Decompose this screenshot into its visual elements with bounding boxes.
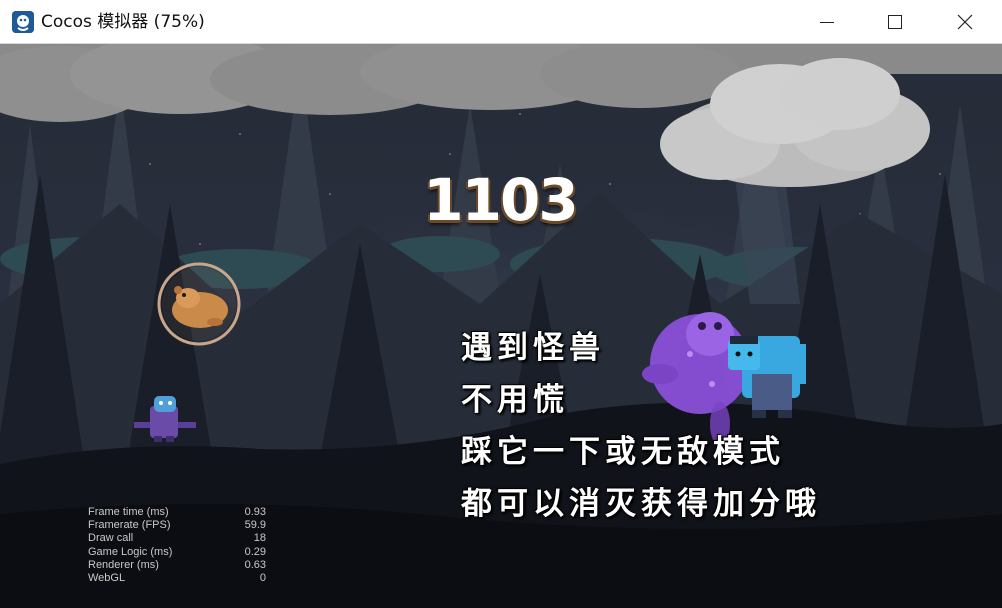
game-canvas[interactable]: 1103 遇到怪兽 不用慌 踩它一下或无敌模式 都可以消灭获得加分哦 Frame… [0,44,1002,608]
stat-value: 59.9 [244,519,266,532]
score-counter: 1103 [423,166,578,234]
stat-label: Framerate (FPS) [88,519,171,532]
stat-value: 0.29 [244,545,266,558]
close-icon [957,14,973,30]
stat-row: WebGL 0 [88,572,266,585]
stat-row: Framerate (FPS) 59.9 [88,519,266,532]
stat-label: Frame time (ms) [88,506,169,518]
tutorial-line-2: 不用慌 [461,382,569,418]
stat-label: Draw call [88,532,134,545]
stat-label: Game Logic (ms) [88,545,173,558]
maximize-icon [888,15,902,29]
minimize-icon [820,22,834,23]
stat-value: 0.63 [244,558,266,571]
minimize-button[interactable] [804,0,850,44]
stat-value: 0 [259,571,266,584]
tutorial-line-4: 都可以消灭获得加分哦 [461,486,821,522]
cocos-logo-icon [12,11,34,33]
tutorial-line-1: 遇到怪兽 [461,330,605,366]
stat-row: Frame time (ms) 0.93 [88,506,266,519]
debug-stats-panel: Frame time (ms) 0.93 Framerate (FPS) 59.… [88,506,266,585]
stat-label: Renderer (ms) [88,558,159,571]
stat-row: Renderer (ms) 0.63 [88,559,266,572]
close-button[interactable] [942,0,988,44]
stat-label: WebGL [88,571,126,584]
stat-row: Game Logic (ms) 0.29 [88,546,266,559]
hamster-powerup [157,262,241,346]
stat-row: Draw call 18 [88,532,266,545]
stat-value: 0.93 [244,506,266,518]
title-bar: Cocos 模拟器 (75%) [0,0,1002,44]
window-title: Cocos 模拟器 (75%) [41,12,205,32]
stat-value: 18 [253,532,266,545]
tutorial-line-3: 踩它一下或无敌模式 [461,434,785,470]
maximize-button[interactable] [872,0,918,44]
